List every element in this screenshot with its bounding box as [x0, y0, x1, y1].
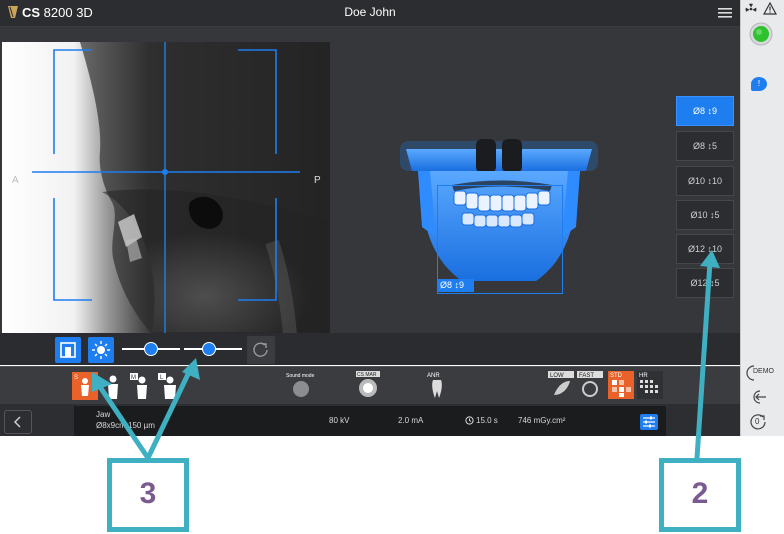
logout-icon[interactable] [751, 390, 767, 404]
svg-text:Sound mode: Sound mode [286, 373, 315, 379]
contrast-slider-handle[interactable] [202, 342, 216, 356]
low-dose-icon[interactable]: LOW [548, 371, 574, 399]
app-logo-icon [8, 6, 18, 18]
fov-button-12x10[interactable]: Ø12 ↕10 [676, 234, 734, 264]
callout-3-number: 3 [139, 477, 157, 510]
acquisition-info-bar: Jaw Ø8x9cm 150 µm 80 kV 2.0 mA 15.0 s 74… [0, 404, 740, 436]
scout-xray-image[interactable] [2, 42, 330, 334]
reset-icon [253, 342, 268, 357]
sliders-icon [643, 416, 655, 428]
cs-mar-icon[interactable]: CS MAR [355, 371, 381, 399]
fov-button-12x5[interactable]: Ø12 ↕5 [676, 268, 734, 298]
callout-3-box: 3 [107, 458, 189, 532]
svg-text:ANR: ANR [427, 373, 440, 379]
patient-size-m-icon[interactable]: M [128, 372, 154, 400]
region-label: Jaw [96, 410, 111, 419]
window-toggle-icon [60, 342, 76, 358]
brightness-slider[interactable] [122, 341, 180, 357]
app-title-model: 8200 3D [40, 5, 93, 20]
svg-text:FAST: FAST [579, 373, 594, 379]
notification-badge[interactable]: ! [751, 77, 767, 91]
fov-overlay-box[interactable] [437, 185, 563, 294]
sound-mode-icon[interactable]: Sound mode [284, 371, 318, 399]
brightness-button[interactable] [88, 337, 114, 363]
app-title: CS 8200 3D [22, 5, 93, 20]
exposure-time-value: 15.0 s [476, 416, 498, 425]
callout-2-number: 2 [691, 477, 709, 510]
brightness-icon [92, 341, 110, 359]
image-toolbar [0, 333, 740, 365]
radiation-icon [745, 3, 757, 12]
svg-text:LOW: LOW [550, 373, 564, 379]
fast-icon[interactable]: FAST [577, 371, 603, 399]
dose-value: 746 mGy.cm² [518, 416, 566, 425]
svg-text:HR: HR [639, 373, 648, 379]
svg-text:STD: STD [610, 373, 623, 379]
svg-text:CS MAR: CS MAR [357, 372, 377, 378]
demo-label: DEMO [753, 368, 774, 375]
std-resolution-icon[interactable]: STD [608, 371, 634, 399]
right-side-panel: ! DEMO 0 [740, 0, 784, 436]
patient-size-s-icon[interactable]: S [72, 372, 98, 400]
hamburger-menu-icon[interactable] [718, 7, 732, 19]
fov-button-8x9[interactable]: Ø8 ↕9 [676, 96, 734, 126]
acquisition-parameters-panel: Jaw Ø8x9cm 150 µm 80 kV 2.0 mA 15.0 s 74… [74, 406, 666, 436]
timer-icon [465, 416, 474, 425]
patient-size-adult-icon[interactable] [100, 372, 126, 400]
contrast-slider[interactable] [184, 341, 242, 357]
warning-icon[interactable] [763, 2, 777, 15]
app-title-bold: CS [22, 5, 41, 20]
demo-mode-button[interactable]: DEMO [745, 364, 779, 382]
top-bar: CS 8200 3D Doe John [0, 0, 740, 27]
patient-size-l-icon[interactable]: L [156, 372, 182, 400]
settings-adjust-button[interactable] [640, 414, 658, 430]
callout-2-box: 2 [659, 458, 741, 532]
back-button[interactable] [4, 410, 32, 434]
kv-value: 80 kV [329, 416, 350, 425]
orientation-label-posterior: P [314, 175, 321, 186]
fov-button-8x5[interactable]: Ø8 ↕5 [676, 131, 734, 161]
orientation-label-anterior: A [12, 175, 19, 186]
retake-counter[interactable]: 0 [749, 413, 767, 431]
retake-count: 0 [755, 417, 760, 426]
brightness-slider-handle[interactable] [144, 342, 158, 356]
hr-resolution-icon[interactable]: HR [637, 371, 663, 399]
reset-button[interactable] [247, 336, 275, 364]
patient-name: Doe John [344, 5, 396, 19]
window-toggle-button[interactable] [55, 337, 81, 363]
chevron-left-icon [13, 416, 21, 428]
fov-resolution-label: Ø8x9cm 150 µm [96, 421, 155, 430]
protocol-bar: S M L Sound mode CS MAR ANR LOW FAST STD… [0, 366, 740, 405]
scout-viewer: A P Ø8 ↕9 [0, 27, 740, 334]
anr-icon[interactable]: ANR [425, 371, 451, 399]
fov-overlay-label: Ø8 ↕9 [438, 279, 474, 292]
svg-text:M: M [131, 375, 136, 381]
fov-button-10x10[interactable]: Ø10 ↕10 [676, 166, 734, 196]
svg-text:S: S [74, 375, 78, 381]
ma-value: 2.0 mA [398, 416, 424, 425]
fov-button-10x5[interactable]: Ø10 ↕5 [676, 200, 734, 230]
status-ready-icon [749, 22, 773, 46]
